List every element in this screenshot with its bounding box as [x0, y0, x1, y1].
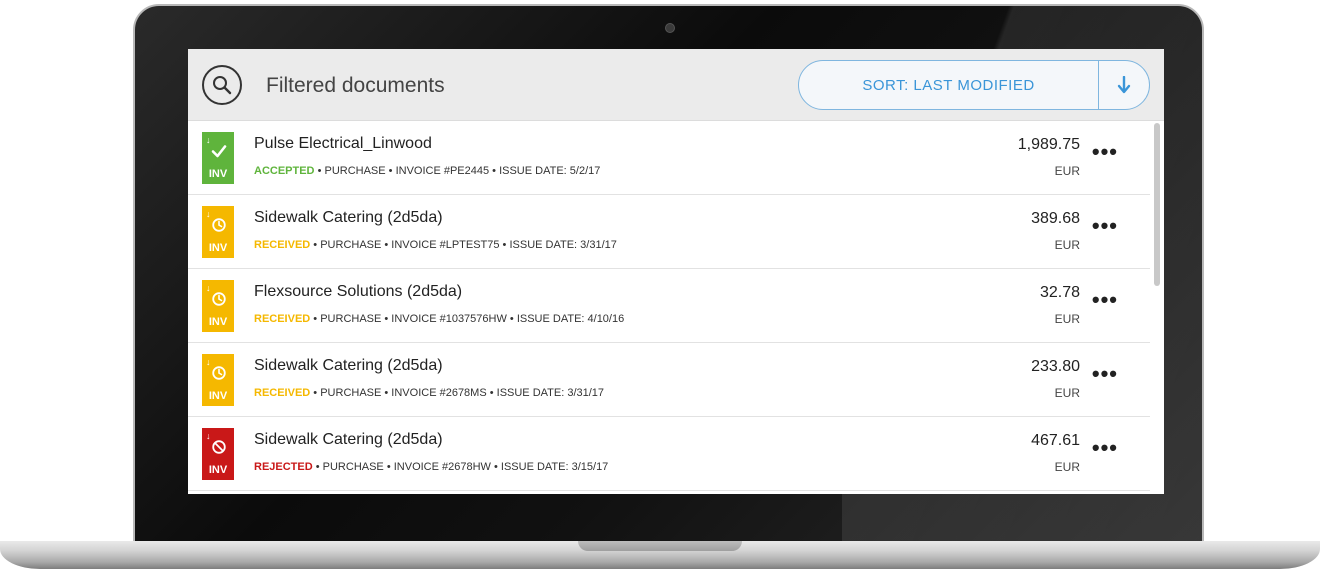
- document-row[interactable]: ↓ INV Flexsource Solutions (2d5da) RECEIVED…: [188, 269, 1150, 343]
- document-currency: EUR: [1054, 460, 1080, 474]
- document-type-badge: ↓ INV: [202, 206, 234, 258]
- clock-icon: [211, 217, 227, 233]
- more-options-icon[interactable]: •••: [1092, 437, 1118, 459]
- more-options-icon[interactable]: •••: [1092, 289, 1118, 311]
- document-row[interactable]: ↓ INV Pulse Electrical_Linwood ACCEPTED • P…: [188, 121, 1150, 195]
- document-type-label: INV: [208, 464, 228, 476]
- document-name[interactable]: Pulse Electrical_Linwood: [254, 135, 432, 153]
- document-amount: 32.78: [1039, 284, 1080, 301]
- document-currency: EUR: [1054, 238, 1080, 252]
- document-meta: ACCEPTED • PURCHASE • INVOICE #PE2445 • …: [254, 165, 600, 177]
- document-meta: RECEIVED • PURCHASE • INVOICE #LPTEST75 …: [254, 239, 617, 251]
- document-type-badge: ↓ INV: [202, 428, 234, 480]
- document-amount: 389.68: [1031, 210, 1080, 227]
- document-row[interactable]: ↓ INV Sidewalk Catering (2d5da) RECEIVED • …: [188, 195, 1150, 269]
- document-name[interactable]: Sidewalk Catering (2d5da): [254, 357, 443, 375]
- document-details: • PURCHASE • INVOICE #1037576HW • ISSUE …: [310, 313, 625, 325]
- document-type-label: INV: [208, 316, 228, 328]
- document-name[interactable]: Flexsource Solutions (2d5da): [254, 283, 462, 301]
- webcam: [665, 23, 675, 33]
- status-label: RECEIVED: [254, 313, 311, 325]
- document-name[interactable]: Sidewalk Catering (2d5da): [254, 209, 443, 227]
- document-currency: EUR: [1054, 164, 1080, 178]
- scrollbar[interactable]: [1154, 123, 1160, 286]
- laptop-base-notch: [578, 541, 742, 551]
- status-label: RECEIVED: [254, 239, 311, 251]
- direction-arrow-icon: ↓: [206, 357, 211, 367]
- document-name[interactable]: Sidewalk Catering (2d5da): [254, 431, 443, 449]
- document-row[interactable]: ↓ INV Sidewalk Catering (2d5da) REJECTED • …: [188, 417, 1150, 491]
- status-label: REJECTED: [254, 461, 313, 473]
- more-options-icon[interactable]: •••: [1092, 141, 1118, 163]
- status-label: ACCEPTED: [254, 165, 315, 177]
- document-amount: 1,989.75: [1017, 136, 1080, 153]
- blocked-icon: [211, 439, 227, 455]
- document-amount: 467.61: [1031, 432, 1080, 449]
- document-type-label: INV: [208, 168, 228, 180]
- page-title: Filtered documents: [266, 74, 445, 97]
- document-meta: RECEIVED • PURCHASE • INVOICE #1037576HW…: [254, 313, 624, 325]
- sort-direction-button[interactable]: [1099, 61, 1149, 109]
- header-bar: Filtered documents SORT: LAST MODIFIED: [188, 49, 1164, 121]
- document-type-label: INV: [208, 390, 228, 402]
- clock-icon: [211, 291, 227, 307]
- document-details: • PURCHASE • INVOICE #LPTEST75 • ISSUE D…: [310, 239, 617, 251]
- document-row[interactable]: ↓ INV Sidewalk Catering (2d5da) RECEIVED • …: [188, 343, 1150, 417]
- direction-arrow-icon: ↓: [206, 283, 211, 293]
- document-details: • PURCHASE • INVOICE #PE2445 • ISSUE DAT…: [314, 165, 601, 177]
- app-screen: Filtered documents SORT: LAST MODIFIED ↓…: [188, 49, 1164, 494]
- direction-arrow-icon: ↓: [206, 135, 211, 145]
- document-currency: EUR: [1054, 312, 1080, 326]
- more-options-icon[interactable]: •••: [1092, 215, 1118, 237]
- clock-icon: [211, 365, 227, 381]
- sort-control: SORT: LAST MODIFIED: [798, 60, 1150, 110]
- direction-arrow-icon: ↓: [206, 209, 211, 219]
- document-list: ↓ INV Pulse Electrical_Linwood ACCEPTED • P…: [188, 121, 1150, 491]
- arrow-down-icon: [1117, 76, 1131, 94]
- check-icon: [211, 143, 227, 159]
- search-button[interactable]: [202, 65, 242, 105]
- document-currency: EUR: [1054, 386, 1080, 400]
- laptop-frame: Filtered documents SORT: LAST MODIFIED ↓…: [0, 0, 1320, 569]
- sort-button[interactable]: SORT: LAST MODIFIED: [799, 61, 1099, 109]
- direction-arrow-icon: ↓: [206, 431, 211, 441]
- document-amount: 233.80: [1031, 358, 1080, 375]
- status-label: RECEIVED: [254, 387, 311, 399]
- document-meta: REJECTED • PURCHASE • INVOICE #2678HW • …: [254, 461, 608, 473]
- document-meta: RECEIVED • PURCHASE • INVOICE #2678MS • …: [254, 387, 604, 399]
- search-icon: [213, 76, 232, 95]
- document-details: • PURCHASE • INVOICE #2678MS • ISSUE DAT…: [310, 387, 605, 399]
- document-type-badge: ↓ INV: [202, 132, 234, 184]
- document-type-badge: ↓ INV: [202, 354, 234, 406]
- document-details: • PURCHASE • INVOICE #2678HW • ISSUE DAT…: [312, 461, 609, 473]
- document-type-label: INV: [208, 242, 228, 254]
- more-options-icon[interactable]: •••: [1092, 363, 1118, 385]
- document-type-badge: ↓ INV: [202, 280, 234, 332]
